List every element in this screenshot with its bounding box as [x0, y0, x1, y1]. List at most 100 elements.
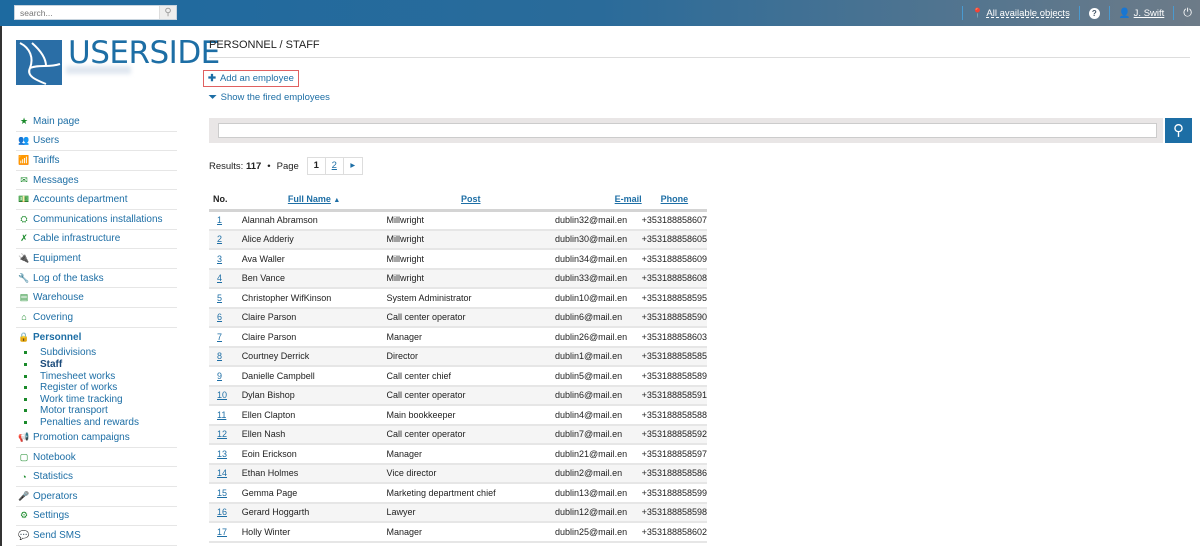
table-row: 17 Holly Winter Manager dublin25@mail.en +35… — [209, 522, 707, 543]
cell-post: Millwright — [386, 210, 555, 231]
search-button[interactable]: ⚲ — [1165, 118, 1192, 143]
sidebar-item-promotion-campaigns[interactable]: 📢 Promotion campaigns — [16, 428, 177, 448]
cell-no[interactable]: 14 — [209, 463, 242, 484]
sidebar-item-label: Statistics — [33, 471, 74, 483]
submenu-label: Work time tracking — [40, 393, 123, 405]
cell-no[interactable]: 10 — [209, 385, 242, 406]
employee-link[interactable]: 5 — [217, 293, 222, 303]
cell-no[interactable]: 5 — [209, 288, 242, 309]
filter-icon: ⏷ — [209, 92, 217, 103]
employee-link[interactable]: 2 — [217, 234, 222, 244]
sidebar-item-communications-installations[interactable]: ⛭ Communications installations — [16, 210, 177, 230]
submenu-item-penalties-and-rewards[interactable]: Penalties and rewards — [24, 417, 177, 429]
employee-link[interactable]: 1 — [217, 215, 222, 225]
divider — [1108, 6, 1110, 20]
sidebar-icon: ⌂ — [21, 312, 27, 323]
cell-no[interactable]: 12 — [209, 424, 242, 445]
staff-search-input[interactable] — [218, 123, 1157, 138]
sidebar-item-statistics[interactable]: ◔ Statistics — [16, 467, 177, 488]
add-employee-button[interactable]: ✚ Add an employee — [203, 70, 299, 87]
cell-post: Millwright — [386, 249, 555, 270]
sort-post[interactable]: Post — [461, 194, 481, 204]
submenu-item-timesheet-works[interactable]: Timesheet works — [24, 370, 177, 382]
cell-no[interactable]: 1 — [209, 210, 242, 231]
sidebar-item-users[interactable]: 👥 Users — [16, 132, 177, 152]
page-2[interactable]: 2 — [326, 158, 344, 174]
employee-link[interactable]: 15 — [217, 488, 227, 498]
sort-phone[interactable]: Phone — [661, 194, 689, 204]
help-icon[interactable]: ? — [1088, 7, 1100, 19]
sidebar-item-personnel[interactable]: 🔒 Personnel — [16, 328, 177, 348]
sidebar-item-send-sms[interactable]: 💬 Send SMS — [16, 526, 177, 546]
sidebar-item-tariffs[interactable]: 📶 Tariffs — [16, 151, 177, 171]
power-icon[interactable]: ⏻ — [1183, 7, 1192, 20]
employee-link[interactable]: 3 — [217, 254, 222, 264]
submenu-item-subdivisions[interactable]: Subdivisions — [24, 347, 177, 359]
sidebar-item-equipment[interactable]: 🔌 Equipment — [16, 249, 177, 269]
cell-no[interactable]: 7 — [209, 327, 242, 348]
user-link[interactable]: J. Swift — [1134, 8, 1165, 19]
submenu-item-staff[interactable]: Staff — [24, 359, 177, 371]
col-full-name[interactable]: Full Name ▲ — [241, 190, 387, 212]
employee-link[interactable]: 10 — [217, 390, 227, 400]
sidebar-item-settings[interactable]: ⚙ Settings — [16, 507, 177, 527]
cell-no[interactable]: 16 — [209, 502, 242, 523]
cell-no[interactable]: 6 — [209, 307, 242, 328]
sidebar-icon: 💬 — [18, 530, 30, 541]
employee-link[interactable]: 11 — [217, 410, 226, 420]
sort-email[interactable]: E-mail — [615, 194, 642, 204]
submenu-label: Subdivisions — [40, 347, 97, 359]
plus-icon: ✚ — [208, 73, 216, 84]
employee-link[interactable]: 6 — [217, 312, 222, 322]
sidebar-item-operators[interactable]: 🎤 Operators — [16, 487, 177, 507]
cell-phone: +353188858592 — [641, 424, 707, 445]
col-email[interactable]: E-mail — [554, 190, 642, 212]
show-fired-filter[interactable]: ⏷ Show the fired employees — [209, 92, 330, 103]
cell-no[interactable]: 8 — [209, 346, 242, 367]
sidebar-item-warehouse[interactable]: ▤ Warehouse — [16, 288, 177, 308]
sidebar-item-messages[interactable]: ✉ Messages — [16, 171, 177, 191]
cell-name: Ellen Nash — [241, 424, 387, 445]
employee-link[interactable]: 9 — [217, 371, 222, 381]
employee-link[interactable]: 12 — [217, 429, 227, 439]
all-objects-link[interactable]: All available objects — [986, 8, 1069, 19]
col-phone[interactable]: Phone — [641, 190, 707, 212]
cell-no[interactable]: 2 — [209, 229, 242, 250]
page-1[interactable]: 1 — [308, 158, 326, 174]
submenu-item-motor-transport[interactable]: Motor transport — [24, 405, 177, 417]
cell-no[interactable]: 11 — [209, 405, 242, 426]
sidebar-item-log-of-the-tasks[interactable]: 🔧 Log of the tasks — [16, 269, 177, 289]
sidebar-item-accounts-department[interactable]: 💵 Accounts department — [16, 190, 177, 210]
global-search-input[interactable] — [15, 6, 160, 19]
employee-link[interactable]: 8 — [217, 351, 222, 361]
map-pin-icon: 📍 — [971, 7, 984, 19]
sidebar-item-covering[interactable]: ⌂ Covering — [16, 308, 177, 328]
add-employee-link[interactable]: Add an employee — [220, 73, 294, 84]
show-fired-link[interactable]: Show the fired employees — [221, 92, 330, 103]
employee-link[interactable]: 13 — [217, 449, 227, 459]
table-row: 7 Claire Parson Manager dublin26@mail.en +35… — [209, 327, 707, 348]
cell-no[interactable]: 4 — [209, 268, 242, 289]
sort-full-name[interactable]: Full Name — [288, 194, 331, 204]
sidebar-item-main-page[interactable]: ★ Main page — [16, 112, 177, 132]
submenu-item-work-time-tracking[interactable]: Work time tracking — [24, 394, 177, 406]
col-post[interactable]: Post — [386, 190, 555, 212]
sidebar-item-cable-infrastructure[interactable]: ✗ Cable infrastructure — [16, 230, 177, 250]
employee-link[interactable]: 7 — [217, 332, 222, 342]
submenu-item-register-of-works[interactable]: Register of works — [24, 382, 177, 394]
cell-no[interactable]: 13 — [209, 444, 242, 465]
employee-link[interactable]: 4 — [217, 273, 222, 283]
cell-email: dublin5@mail.en — [554, 366, 642, 387]
employee-link[interactable]: 14 — [217, 468, 227, 478]
cell-no[interactable]: 17 — [209, 522, 242, 543]
cell-name: Dylan Bishop — [241, 385, 387, 406]
cell-no[interactable]: 9 — [209, 366, 242, 387]
search-icon[interactable]: ⚲ — [159, 6, 176, 19]
cell-no[interactable]: 15 — [209, 483, 242, 504]
employee-link[interactable]: 17 — [217, 527, 227, 537]
next-page-icon[interactable]: ▸ — [344, 158, 362, 174]
employee-link[interactable]: 16 — [217, 507, 227, 517]
cell-no[interactable]: 3 — [209, 249, 242, 270]
col-no: No. — [209, 190, 242, 212]
sidebar-item-notebook[interactable]: ▢ Notebook — [16, 448, 177, 468]
